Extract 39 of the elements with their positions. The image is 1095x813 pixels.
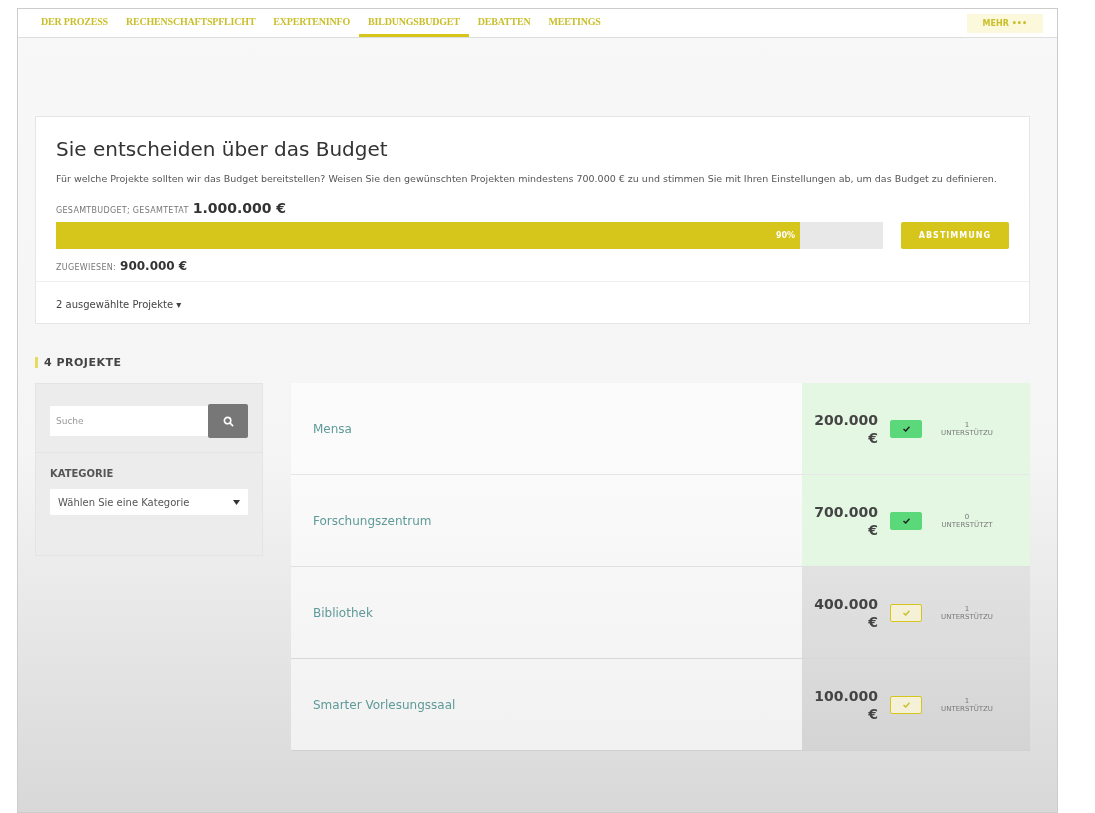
nav-tab[interactable]: BILDUNGSBUDGET bbox=[359, 9, 469, 37]
nav-tab[interactable]: RECHENSCHAFTSPFLICHT bbox=[117, 9, 265, 37]
nav-tab[interactable]: EXPERTENINFO bbox=[264, 9, 360, 37]
assigned-value: 900.000 € bbox=[120, 259, 188, 273]
check-icon bbox=[902, 517, 910, 524]
check-icon bbox=[902, 701, 910, 708]
select-checkbox[interactable] bbox=[890, 511, 922, 530]
budget-description: Für welche Projekte sollten wir das Budget bereitstellen? Weisen Sie den gewünschten Projekten mindestens 700.000 € zu und stimmen Sie mit Ihren Einstellungen ab, um das Budget zu definieren. bbox=[56, 172, 998, 186]
projects-heading: 4 PROJEKTE bbox=[44, 356, 122, 369]
budget-title: Sie entscheiden über das Budget bbox=[56, 137, 389, 161]
project-name[interactable]: Forschungszentrum bbox=[291, 475, 802, 566]
total-value: 1.000.000 € bbox=[192, 200, 287, 216]
category-label: KATEGORIE bbox=[49, 467, 115, 481]
progress-reading: 90% bbox=[776, 231, 797, 240]
project-name[interactable]: Smarter Vorlesungssaal bbox=[291, 659, 802, 750]
project-amount: 200.000 € bbox=[813, 410, 878, 447]
select-checkbox[interactable] bbox=[890, 419, 922, 438]
project-amount: 700.000 € bbox=[813, 502, 878, 539]
check-icon bbox=[902, 609, 910, 616]
select-checkbox[interactable] bbox=[890, 603, 922, 622]
check-icon bbox=[902, 425, 910, 432]
project-name[interactable]: Mensa bbox=[291, 383, 802, 474]
project-amount: 400.000 € bbox=[813, 594, 878, 631]
vote-button[interactable]: ABSTIMMUNG bbox=[900, 222, 1009, 249]
assigned-label: ZUGEWIESEN: bbox=[56, 263, 117, 272]
total-label: GESAMTBUDGET; GESAMTETAT bbox=[56, 206, 189, 215]
search-button[interactable] bbox=[208, 404, 248, 438]
nav-tab[interactable]: MEETINGS bbox=[539, 9, 610, 37]
search-icon bbox=[222, 415, 234, 427]
project-amount: 100.000 € bbox=[813, 686, 878, 723]
caret-icon bbox=[233, 499, 240, 505]
nav-tab[interactable]: DEBATTEN bbox=[468, 9, 540, 37]
select-checkbox[interactable] bbox=[890, 695, 922, 714]
project-name[interactable]: Bibliothek bbox=[291, 567, 802, 658]
selected-projects-toggle[interactable]: 2 ausgewählte Projekte ▾ bbox=[56, 299, 182, 310]
more-button[interactable]: MEHR ••• bbox=[966, 13, 1043, 33]
category-select[interactable]: Wählen Sie eine Kategorie bbox=[50, 489, 248, 515]
nav-tab[interactable]: DER PROZESS bbox=[32, 9, 117, 37]
search-field[interactable]: Suche bbox=[50, 406, 208, 436]
